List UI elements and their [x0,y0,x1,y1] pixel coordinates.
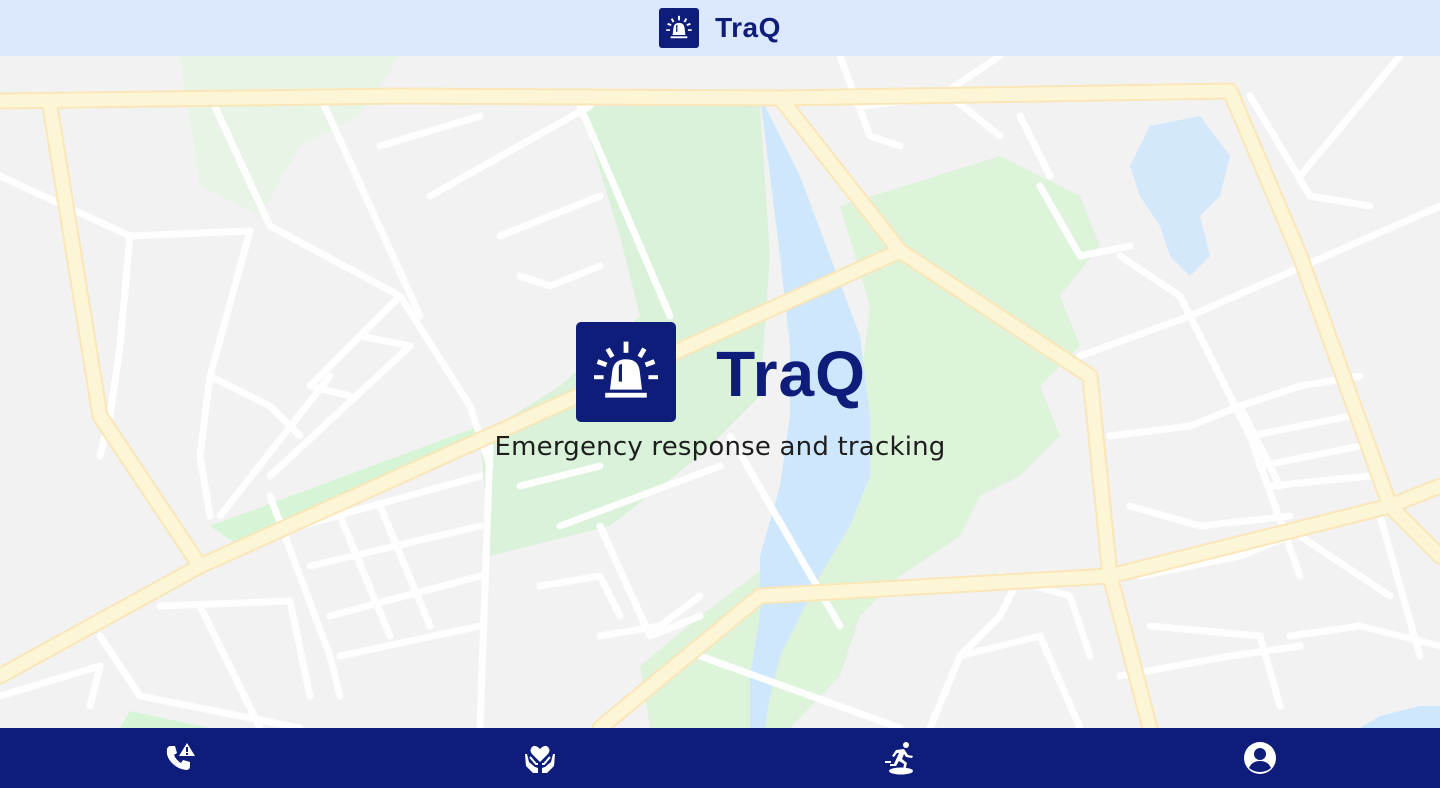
nav-care[interactable] [360,728,720,788]
app-root: TraQ TraQ Emergency response and trackin… [0,0,1440,788]
splash-branding: TraQ Emergency response and tracking [0,322,1440,462]
nav-evacuation[interactable] [720,728,1080,788]
splash-app-name: TraQ [716,338,866,410]
siren-icon [576,322,677,422]
account-icon [1244,742,1276,774]
splash-tagline: Emergency response and tracking [494,432,946,462]
nav-account[interactable] [1080,728,1440,788]
header-app-name: TraQ [715,12,781,43]
bottom-navigation [0,728,1440,788]
siren-icon [659,8,700,48]
care-hands-heart-icon [525,745,555,773]
nav-emergency-call[interactable] [0,728,360,788]
evacuation-runner-icon [885,742,913,775]
splash-logo-row: TraQ [576,322,866,422]
top-app-bar: TraQ [0,0,1440,56]
emergency-call-icon [166,743,195,770]
